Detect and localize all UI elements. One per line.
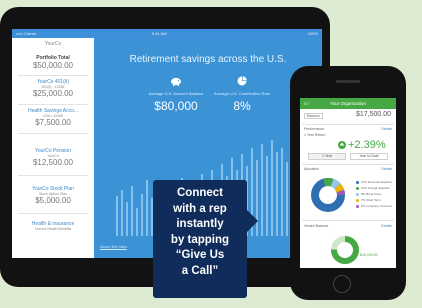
sidebar-item-value: $7,500.00: [35, 118, 71, 127]
avg-balance-label: Average U.S. Account Balance: [148, 91, 204, 96]
vested-ring-chart: [331, 236, 359, 264]
sidebar-item-value: $5,000.00: [35, 196, 71, 205]
allocation-details-link[interactable]: Details: [381, 167, 392, 171]
carrier-label: ••••• Carrier: [16, 31, 37, 36]
divider: [302, 220, 394, 221]
account-balance: $17,500.00: [355, 111, 391, 118]
phone-nav-bar: ≡ ‹ Your Organization: [300, 98, 396, 109]
divider: [18, 104, 88, 105]
divider: [18, 75, 88, 76]
vested-balance-label: Vested Balance: [304, 224, 329, 228]
account-sidebar: YourCo Portfolio Total $50,000.00 YourCo…: [12, 38, 94, 258]
avg-contribution-label: Average U.S. Contribution Rate: [214, 91, 270, 96]
callout-line: a Call”: [181, 264, 219, 277]
brand-logo: YourCo: [44, 41, 62, 47]
tab-1-year[interactable]: 1 Year: [308, 153, 346, 160]
callout-line: instantly: [176, 218, 224, 230]
callout-line: with a rep: [173, 202, 227, 215]
sidebar-item-stock-plan[interactable]: YourCo Stock Plan Stock Option Plan $5,0…: [12, 186, 94, 205]
callout-line: “Give Us: [175, 249, 225, 261]
sidebar-item-value: $50,000.00: [32, 61, 74, 70]
sidebar-item-health-insurance[interactable]: Health & Insurance Current Health Benefi…: [12, 221, 94, 231]
allocation-donut-chart: [311, 178, 345, 212]
legend-item: 7% Short Term: [356, 198, 381, 202]
performance-details-link[interactable]: Details: [381, 127, 392, 131]
sidebar-item-portfolio-total[interactable]: Portfolio Total $50,000.00: [12, 55, 94, 70]
clock: 9:41 AM: [152, 31, 167, 36]
sidebar-item-value: $12,500.00: [32, 158, 74, 167]
sidebar-item-hsa[interactable]: Health Savings Acco... HSA • 12345 $7,50…: [12, 108, 94, 127]
divider: [18, 213, 88, 214]
performance-label: Performance: [304, 127, 325, 131]
status-bar: ••••• Carrier 9:41 AM 100%: [12, 29, 322, 38]
sidebar-item-pension[interactable]: YourCo Pension YourCo $12,500.00: [12, 148, 94, 167]
performance-change: +2.39%: [348, 139, 386, 151]
vested-details-link[interactable]: Details: [381, 224, 392, 228]
home-button[interactable]: [333, 275, 351, 293]
piggy-bank-icon: [171, 77, 181, 86]
iphone-speaker: [336, 80, 360, 83]
allocation-label: Allocation: [304, 167, 320, 171]
divider: [302, 164, 394, 165]
vested-balance-value: $15,000.00: [360, 253, 378, 257]
account-selector[interactable]: Balance: [304, 113, 323, 119]
pie-chart-icon: [237, 76, 247, 86]
divider: [18, 133, 88, 134]
callout-text: Connect with a rep instantly by tapping …: [153, 186, 247, 279]
up-arrow-icon: [338, 141, 346, 149]
sidebar-item-401k[interactable]: YourCo 401(k) 401(k) · 12345 $25,000.00: [12, 79, 94, 98]
legend-item: 8% Bond Fund: [356, 192, 381, 196]
battery-label: 100%: [307, 31, 318, 36]
divider: [302, 124, 394, 125]
tab-year-to-date[interactable]: Year to Date: [350, 153, 388, 160]
iphone-screen: ≡ ‹ Your Organization Balance $17,500.00…: [300, 98, 396, 268]
phone-nav-title: Your Organization: [330, 101, 366, 106]
avg-contribution-value: 8%: [233, 99, 251, 113]
legend-item: 5% Company Common: [356, 204, 392, 208]
legend-item: 70% Domestic Equities: [356, 180, 392, 184]
hero-title: Retirement savings across the U.S.: [129, 54, 287, 65]
sidebar-item-value: $25,000.00: [32, 89, 74, 98]
about-data-link[interactable]: About the Data: [100, 244, 127, 249]
callout-line: by tapping: [170, 233, 230, 246]
sidebar-item-subtitle: Current Health Benefits: [34, 227, 72, 231]
period-selector[interactable]: 1 Year Return: [304, 133, 325, 137]
avg-balance-value: $80,000: [154, 99, 198, 113]
legend-item: 10% Foreign Equities: [356, 186, 390, 190]
divider: [18, 175, 88, 176]
callout-line: Connect: [177, 187, 223, 199]
